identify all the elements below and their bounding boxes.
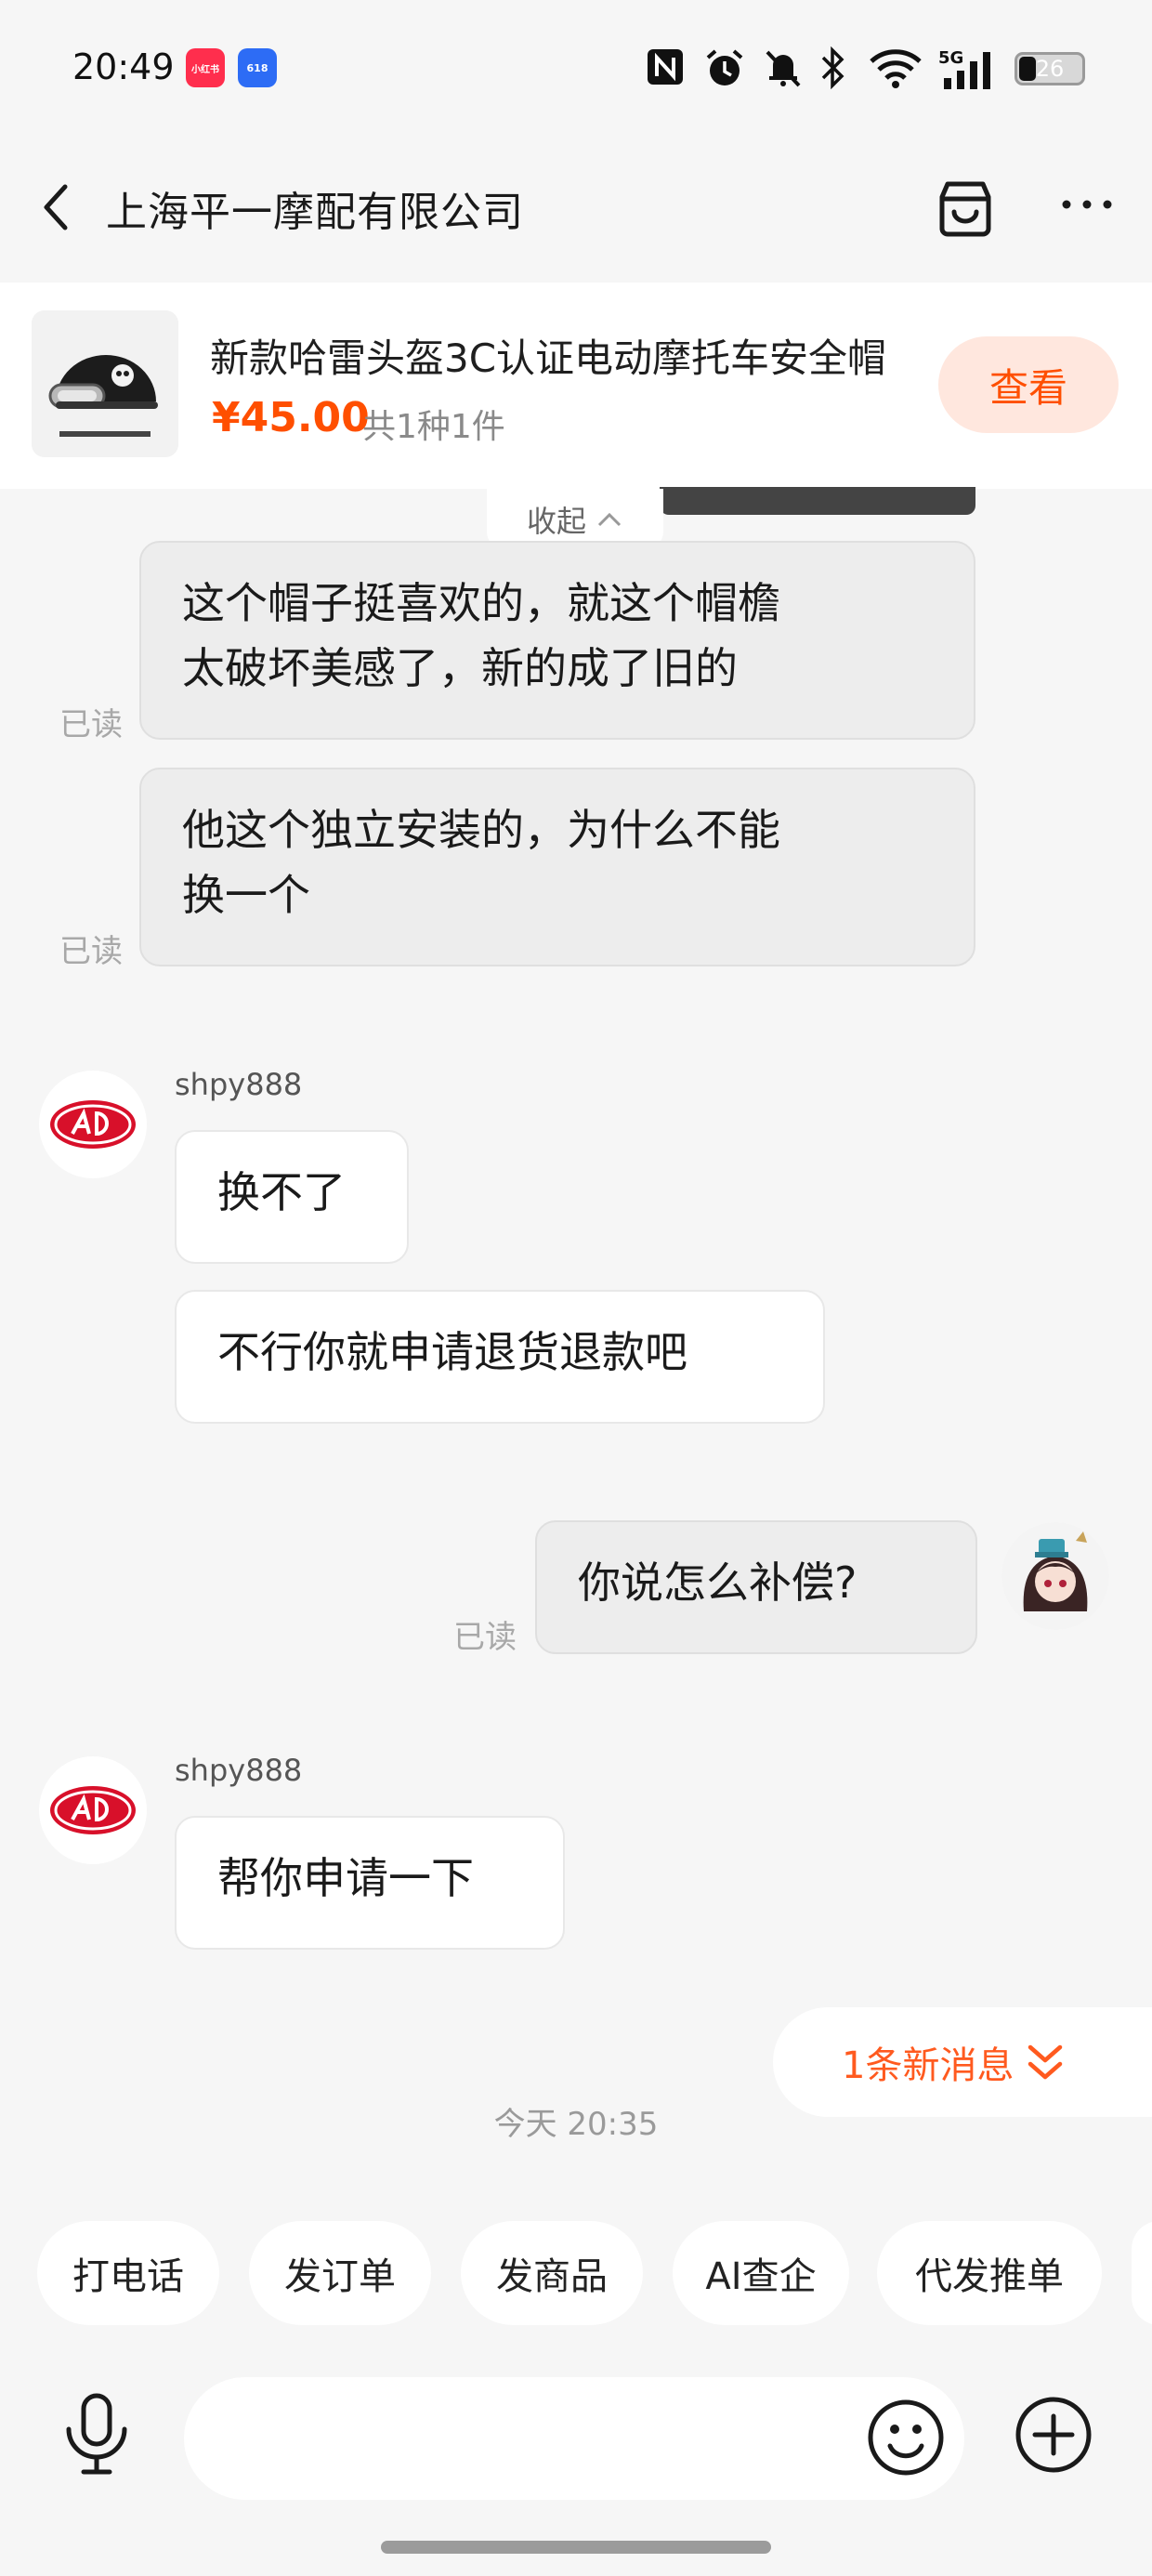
seller-avatar[interactable]: [39, 1756, 147, 1864]
incoming-message[interactable]: 不行你就申请退货退款吧: [175, 1290, 825, 1424]
outgoing-message[interactable]: 他这个独立安装的，为什么不能 换一个: [139, 768, 975, 966]
incoming-message[interactable]: 帮你申请一下: [175, 1816, 565, 1950]
sender-name: shpy888: [175, 1067, 303, 1102]
chevron-up-icon: [597, 512, 622, 527]
read-receipt: 已读: [59, 706, 123, 743]
message-text-line: 换一个: [182, 870, 310, 920]
wifi-icon: [870, 49, 922, 88]
message-input[interactable]: [184, 2377, 964, 2500]
nfc-icon: [648, 49, 683, 85]
more-icon[interactable]: [1059, 193, 1115, 216]
chat-timestamp: 今天 20:35: [493, 2106, 659, 2143]
product-thumbnail[interactable]: [32, 310, 178, 457]
quick-action-dropship[interactable]: 代发推单: [877, 2221, 1102, 2325]
read-receipt: 已读: [59, 933, 123, 970]
user-avatar[interactable]: [1001, 1522, 1109, 1630]
xiaohongshu-app-badge: 小红书: [186, 48, 225, 87]
emoji-icon[interactable]: [864, 2396, 948, 2479]
product-title[interactable]: 新款哈雷头盔3C认证电动摩托车安全帽: [210, 327, 935, 384]
home-indicator[interactable]: [381, 2541, 771, 2554]
read-receipt: 已读: [453, 1619, 517, 1656]
collapse-label: 收起: [526, 504, 586, 539]
back-icon[interactable]: [37, 181, 74, 233]
network-type-label: 5G: [938, 48, 963, 68]
seller-logo-icon: [50, 1100, 136, 1149]
product-price: ¥45.00: [212, 394, 370, 441]
page-title: 上海平一摩配有限公司: [106, 189, 524, 236]
new-message-label: 1条新消息: [842, 2044, 1015, 2087]
seller-logo-icon: [50, 1786, 136, 1834]
quick-actions-bar: 打电话 发订单 发商品 AI查企 代发推单: [0, 2221, 1152, 2333]
status-time: 20:49: [72, 46, 175, 87]
mute-bell-icon: [766, 50, 801, 87]
quick-action-more[interactable]: [1132, 2221, 1152, 2325]
battery-indicator: 26: [1015, 52, 1085, 85]
cellular-signal-icon: 5G: [938, 48, 990, 89]
seller-avatar[interactable]: [39, 1071, 147, 1178]
outgoing-message[interactable]: 这个帽子挺喜欢的，就这个帽檐 太破坏美感了，新的成了旧的: [139, 541, 975, 740]
message-text-line: 他这个独立安装的，为什么不能: [182, 805, 780, 855]
message-text-line: 太破坏美感了，新的成了旧的: [182, 643, 738, 693]
product-quantity: 共1种1件: [362, 408, 505, 446]
double-chevron-down-icon: [1028, 2044, 1063, 2080]
shop-icon[interactable]: [933, 177, 998, 242]
incoming-message[interactable]: 换不了: [175, 1130, 409, 1264]
outgoing-message[interactable]: 你说怎么补偿?: [535, 1520, 977, 1654]
sender-name: shpy888: [175, 1753, 303, 1788]
microphone-icon[interactable]: [58, 2392, 136, 2477]
view-product-button[interactable]: 查看: [938, 336, 1119, 433]
quick-action-send-order[interactable]: 发订单: [249, 2221, 431, 2325]
plus-icon[interactable]: [1011, 2392, 1096, 2477]
promo-app-badge: 618: [238, 48, 277, 87]
quick-action-send-product[interactable]: 发商品: [461, 2221, 643, 2325]
alarm-icon: [706, 49, 743, 85]
image-message-tail[interactable]: [660, 487, 975, 515]
helmet-image: [32, 310, 178, 457]
message-text-line: 这个帽子挺喜欢的，就这个帽檐: [182, 578, 780, 628]
quick-action-ai-company[interactable]: AI查企: [673, 2221, 849, 2325]
battery-level: [1019, 57, 1036, 81]
anime-avatar-image: [1001, 1522, 1109, 1630]
bluetooth-icon: [821, 46, 844, 89]
battery-percent: 26: [1035, 56, 1065, 82]
quick-action-call[interactable]: 打电话: [37, 2221, 219, 2325]
